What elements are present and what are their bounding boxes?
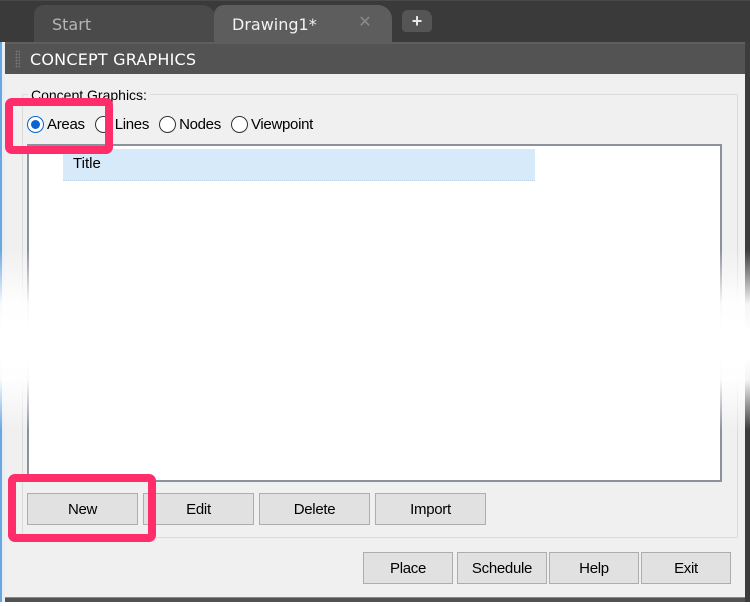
help-button[interactable]: Help bbox=[549, 552, 639, 584]
window-right-edge bbox=[745, 42, 750, 602]
palette-header: CONCEPT GRAPHICS bbox=[5, 42, 745, 74]
radio-lines[interactable]: Lines bbox=[94, 116, 150, 133]
radio-label: Nodes bbox=[179, 116, 221, 133]
tab-label: Drawing1* bbox=[232, 14, 317, 34]
drag-grip-icon[interactable] bbox=[15, 50, 20, 68]
concept-graphics-dialog: Concept Graphics: Areas Lines Nodes View… bbox=[5, 74, 745, 598]
import-button[interactable]: Import bbox=[375, 493, 486, 525]
close-icon[interactable]: ✕ bbox=[356, 13, 374, 31]
radio-areas[interactable]: Areas bbox=[27, 116, 85, 133]
tab-drawing1[interactable]: Drawing1* ✕ bbox=[214, 5, 392, 43]
palette-title: CONCEPT GRAPHICS bbox=[30, 49, 197, 69]
image-bottom-margin bbox=[0, 602, 750, 606]
graphic-type-radio-group: Areas Lines Nodes Viewpoint bbox=[27, 116, 323, 133]
radio-unchecked-icon bbox=[94, 116, 112, 133]
graphics-list[interactable]: Title bbox=[27, 144, 722, 482]
tab-start[interactable]: Start bbox=[34, 5, 216, 43]
delete-button[interactable]: Delete bbox=[259, 493, 370, 525]
edit-button[interactable]: Edit bbox=[143, 493, 254, 525]
group-label: Concept Graphics: bbox=[28, 87, 150, 103]
place-button[interactable]: Place bbox=[363, 552, 453, 584]
list-item[interactable]: Title bbox=[63, 149, 535, 181]
radio-label: Lines bbox=[114, 116, 150, 133]
tab-label: Start bbox=[52, 14, 92, 34]
plus-icon[interactable]: + bbox=[402, 10, 432, 32]
radio-label: Areas bbox=[47, 116, 85, 133]
new-button[interactable]: New bbox=[27, 493, 138, 525]
exit-button[interactable]: Exit bbox=[641, 552, 731, 584]
radio-unchecked-icon bbox=[230, 116, 248, 133]
radio-viewpoint[interactable]: Viewpoint bbox=[230, 116, 314, 133]
radio-checked-icon bbox=[27, 116, 44, 133]
radio-label: Viewpoint bbox=[250, 116, 314, 133]
radio-unchecked-icon bbox=[159, 116, 177, 133]
schedule-button[interactable]: Schedule bbox=[457, 552, 547, 584]
document-tab-bar: Start Drawing1* ✕ + bbox=[0, 0, 750, 43]
radio-nodes[interactable]: Nodes bbox=[159, 116, 221, 133]
